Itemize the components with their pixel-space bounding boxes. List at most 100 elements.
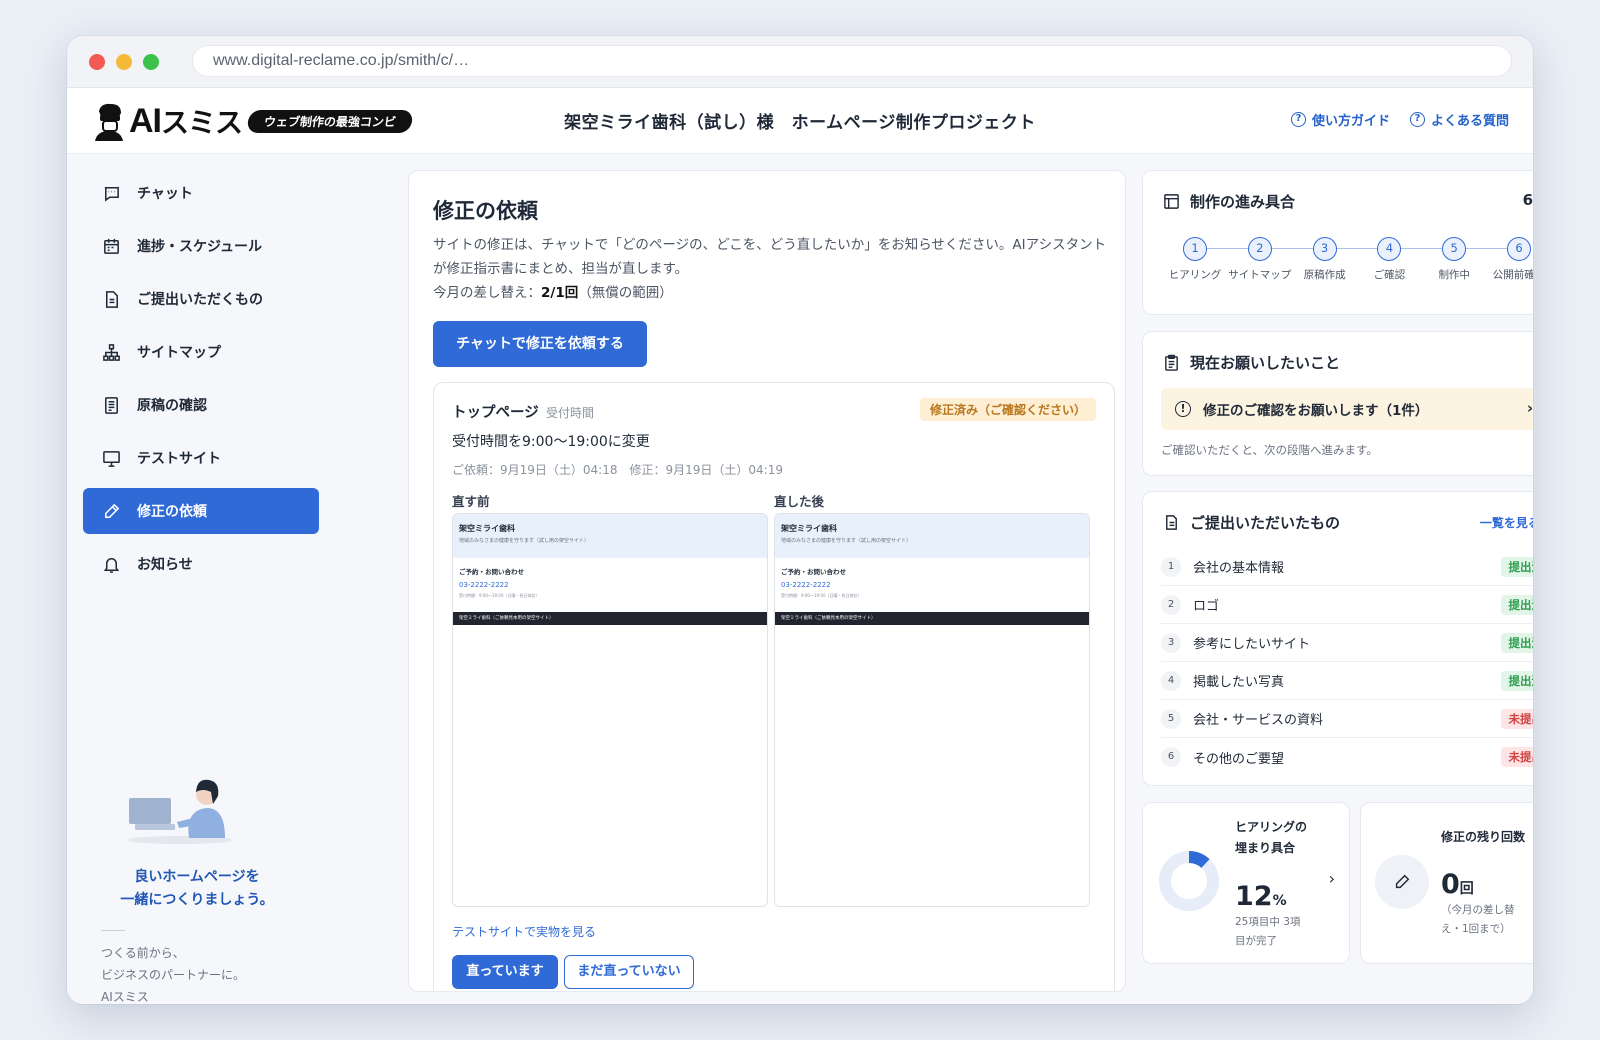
sidebar: チャット 進捗・スケジュール ご提出いただくもの サイトマップ 原稿の確認 テス… (67, 154, 335, 1004)
not-fixed-button[interactable]: まだ直っていない (564, 955, 694, 989)
progress-step[interactable]: 2 サイトマップ (1228, 237, 1292, 282)
clipboard-icon (1165, 354, 1178, 371)
step-label: ご確認 (1373, 269, 1406, 281)
person-at-laptop-illustration (125, 774, 235, 846)
usage-guide-link[interactable]: ? 使い方ガイド (1290, 110, 1390, 129)
preview-hours: 受付時間：9:00〜19:00（日曜・祝日休診） (459, 593, 540, 598)
request-revision-via-chat-button[interactable]: チャットで修正を依頼する (433, 321, 647, 367)
progress-steps: 1 ヒアリング 2 サイトマップ 3 原稿作成 4 ご確認 5 制作中 6 公開前確認 (1163, 237, 1533, 297)
after-preview[interactable]: 架空ミライ歯科 地域のみなさまの健康を守ります（試し用の架空サイト） ご予約・お… (774, 513, 1090, 907)
submission-row[interactable]: 4 掲載したい写真 提出済 (1161, 662, 1533, 700)
step-number: 1 (1183, 237, 1207, 261)
request-description: サイトの修正は、チャットで「どのページの、どこを、どう直したいか」をお知らせくだ… (433, 237, 1107, 277)
submission-row[interactable]: 2 ロゴ 提出済 (1161, 586, 1533, 624)
submission-row[interactable]: 1 会社の基本情報 提出済 (1161, 548, 1533, 586)
submission-number: 5 (1161, 708, 1181, 729)
preview-tel: 03-2222-2222 (459, 581, 509, 589)
sidebar-item-revision-request[interactable]: 修正の依頼 (83, 488, 319, 534)
calendar-icon (101, 236, 121, 256)
sidebar-item-label: チャット (137, 186, 193, 202)
sidebar-item-label: 原稿の確認 (137, 398, 207, 414)
hearing-percent-unit: % (1272, 893, 1287, 909)
submission-row[interactable]: 6 その他のご要望 未提出 (1161, 738, 1533, 776)
pending-confirmation-label: 修正のご確認をお願いします（1件） (1203, 403, 1429, 419)
document-icon (101, 289, 121, 309)
sidebar-item-label: サイトマップ (137, 345, 221, 361)
status-badge: 提出済 (1500, 633, 1533, 653)
revision-section-name: 受付時間 (546, 406, 595, 420)
sidebar-item-sitemap[interactable]: サイトマップ (83, 329, 319, 375)
sidebar-item-label: 修正の依頼 (137, 504, 207, 520)
remaining-count: 0 (1441, 869, 1460, 900)
submission-name: 会社・サービスの資料 (1193, 713, 1324, 728)
preview-tagline: 地域のみなさまの健康を守ります（試し用の架空サイト） (459, 538, 590, 544)
preview-brand: 架空ミライ歯科 (781, 524, 837, 533)
revision-item: トップページ 受付時間 修正済み（ご確認ください） 受付時間を9:00〜19:0… (433, 382, 1115, 991)
revision-request-card: 修正の依頼 サイトの修正は、チャットで「どのページの、どこを、どう直したいか」を… (408, 170, 1126, 992)
preview-tagline: 地域のみなさまの健康を守ります（試し用の架空サイト） (781, 538, 912, 544)
sidebar-item-schedule[interactable]: 進捗・スケジュール (83, 223, 319, 269)
progress-step[interactable]: 4 ご確認 (1357, 237, 1421, 282)
hearing-progress-card[interactable]: ヒアリングの埋まり具合 12% 25項目中 3項目が完了 › (1142, 802, 1350, 964)
step-label: サイトマップ (1228, 269, 1292, 281)
usage-guide-label: 使い方ガイド (1311, 114, 1390, 129)
step-number: 2 (1247, 237, 1272, 261)
see-all-link[interactable]: 一覧を見る › (1480, 514, 1533, 531)
sidebar-item-notifications[interactable]: お知らせ (83, 541, 319, 587)
confirm-fixed-button[interactable]: 直っています (452, 955, 558, 989)
pencil-icon (101, 501, 121, 521)
chat-icon (101, 183, 121, 203)
remaining-note: （今月の差し替え・1回まで） (1441, 904, 1515, 935)
sidebar-item-chat[interactable]: チャット (83, 170, 319, 216)
sidebar-item-manuscript[interactable]: 原稿の確認 (83, 382, 319, 428)
close-window-button[interactable] (89, 54, 105, 70)
quota-suffix: （無償の範囲） (578, 285, 673, 301)
help-icon: ? (1290, 112, 1306, 127)
remaining-revisions-card[interactable]: 修正の残り回数 0回 （今月の差し替え・1回まで） › (1360, 802, 1533, 964)
progress-title: 制作の進み具合 (1163, 191, 1295, 212)
submissions-title: ご提出いただいたもの (1163, 512, 1340, 533)
minimize-window-button[interactable] (116, 54, 132, 70)
progress-step[interactable]: 1 ヒアリング (1163, 237, 1227, 282)
submissions-card: ご提出いただいたもの 一覧を見る › 1会社の基本情報提出済2ロゴ提出済3参考に… (1142, 491, 1533, 786)
progress-title-text: 制作の進み具合 (1190, 193, 1296, 211)
header-links: ? 使い方ガイド ? よくある質問 (1290, 110, 1509, 129)
sidebar-message-line: 良いホームページを (134, 869, 260, 885)
progress-step[interactable]: 5 制作中 (1422, 237, 1486, 282)
current-request-card: 現在お願いしたいこと ! 修正のご確認をお願いします（1件） › ご確認いただく… (1142, 331, 1533, 476)
layout-icon (1164, 194, 1179, 209)
bell-icon (101, 554, 121, 574)
sidebar-item-submissions[interactable]: ご提出いただくもの (83, 276, 319, 322)
address-bar[interactable]: www.digital-reclame.co.jp/smith/c/… (192, 45, 1512, 77)
quota-prefix: 今月の差し替え： (433, 285, 541, 301)
progress-step[interactable]: 6 公開前確認 (1487, 237, 1533, 282)
submission-name: 会社の基本情報 (1193, 561, 1285, 576)
remaining-title: 修正の残り回数 (1441, 830, 1526, 844)
hearing-donut-chart (1159, 851, 1219, 911)
status-badge: 未提出 (1500, 709, 1533, 729)
sidebar-nav: チャット 進捗・スケジュール ご提出いただくもの サイトマップ 原稿の確認 テス… (83, 170, 319, 594)
sidebar-footer-line: つくる前から、 (101, 946, 185, 960)
sidebar-item-label: お知らせ (137, 557, 193, 573)
submissions-title-text: ご提出いただいたもの (1190, 514, 1341, 532)
step-number: 4 (1377, 237, 1402, 261)
submission-number: 2 (1161, 594, 1181, 615)
status-badge: 提出済 (1500, 671, 1533, 691)
before-preview[interactable]: 架空ミライ歯科 地域のみなさまの健康を守ります（試し用の架空サイト） ご予約・お… (452, 513, 768, 907)
step-number: 3 (1312, 237, 1337, 261)
browser-titlebar: www.digital-reclame.co.jp/smith/c/… (67, 36, 1533, 88)
maximize-window-button[interactable] (143, 54, 159, 70)
pending-confirmation-item[interactable]: ! 修正のご確認をお願いします（1件） › (1161, 388, 1533, 430)
replacement-quota: 今月の差し替え：2/1回（無償の範囲） (433, 281, 673, 301)
faq-link[interactable]: ? よくある質問 (1409, 110, 1509, 129)
manuscript-icon (101, 395, 121, 415)
submission-row[interactable]: 3 参考にしたいサイト 提出済 (1161, 624, 1533, 662)
progress-step[interactable]: 3 原稿作成 (1293, 237, 1357, 282)
step-number: 6 (1507, 237, 1531, 261)
view-test-site-link[interactable]: テストサイトで実物を見る (452, 923, 596, 940)
sidebar-footer-line: AIスミス (101, 990, 149, 1004)
main-content: 修正の依頼 サイトの修正は、チャットで「どのページの、どこを、どう直したいか」を… (335, 154, 1533, 1004)
sidebar-message-line: 一緒につくりましょう。 (120, 892, 274, 908)
sidebar-item-test-site[interactable]: テストサイト (83, 435, 319, 481)
submission-row[interactable]: 5 会社・サービスの資料 未提出 (1161, 700, 1533, 738)
